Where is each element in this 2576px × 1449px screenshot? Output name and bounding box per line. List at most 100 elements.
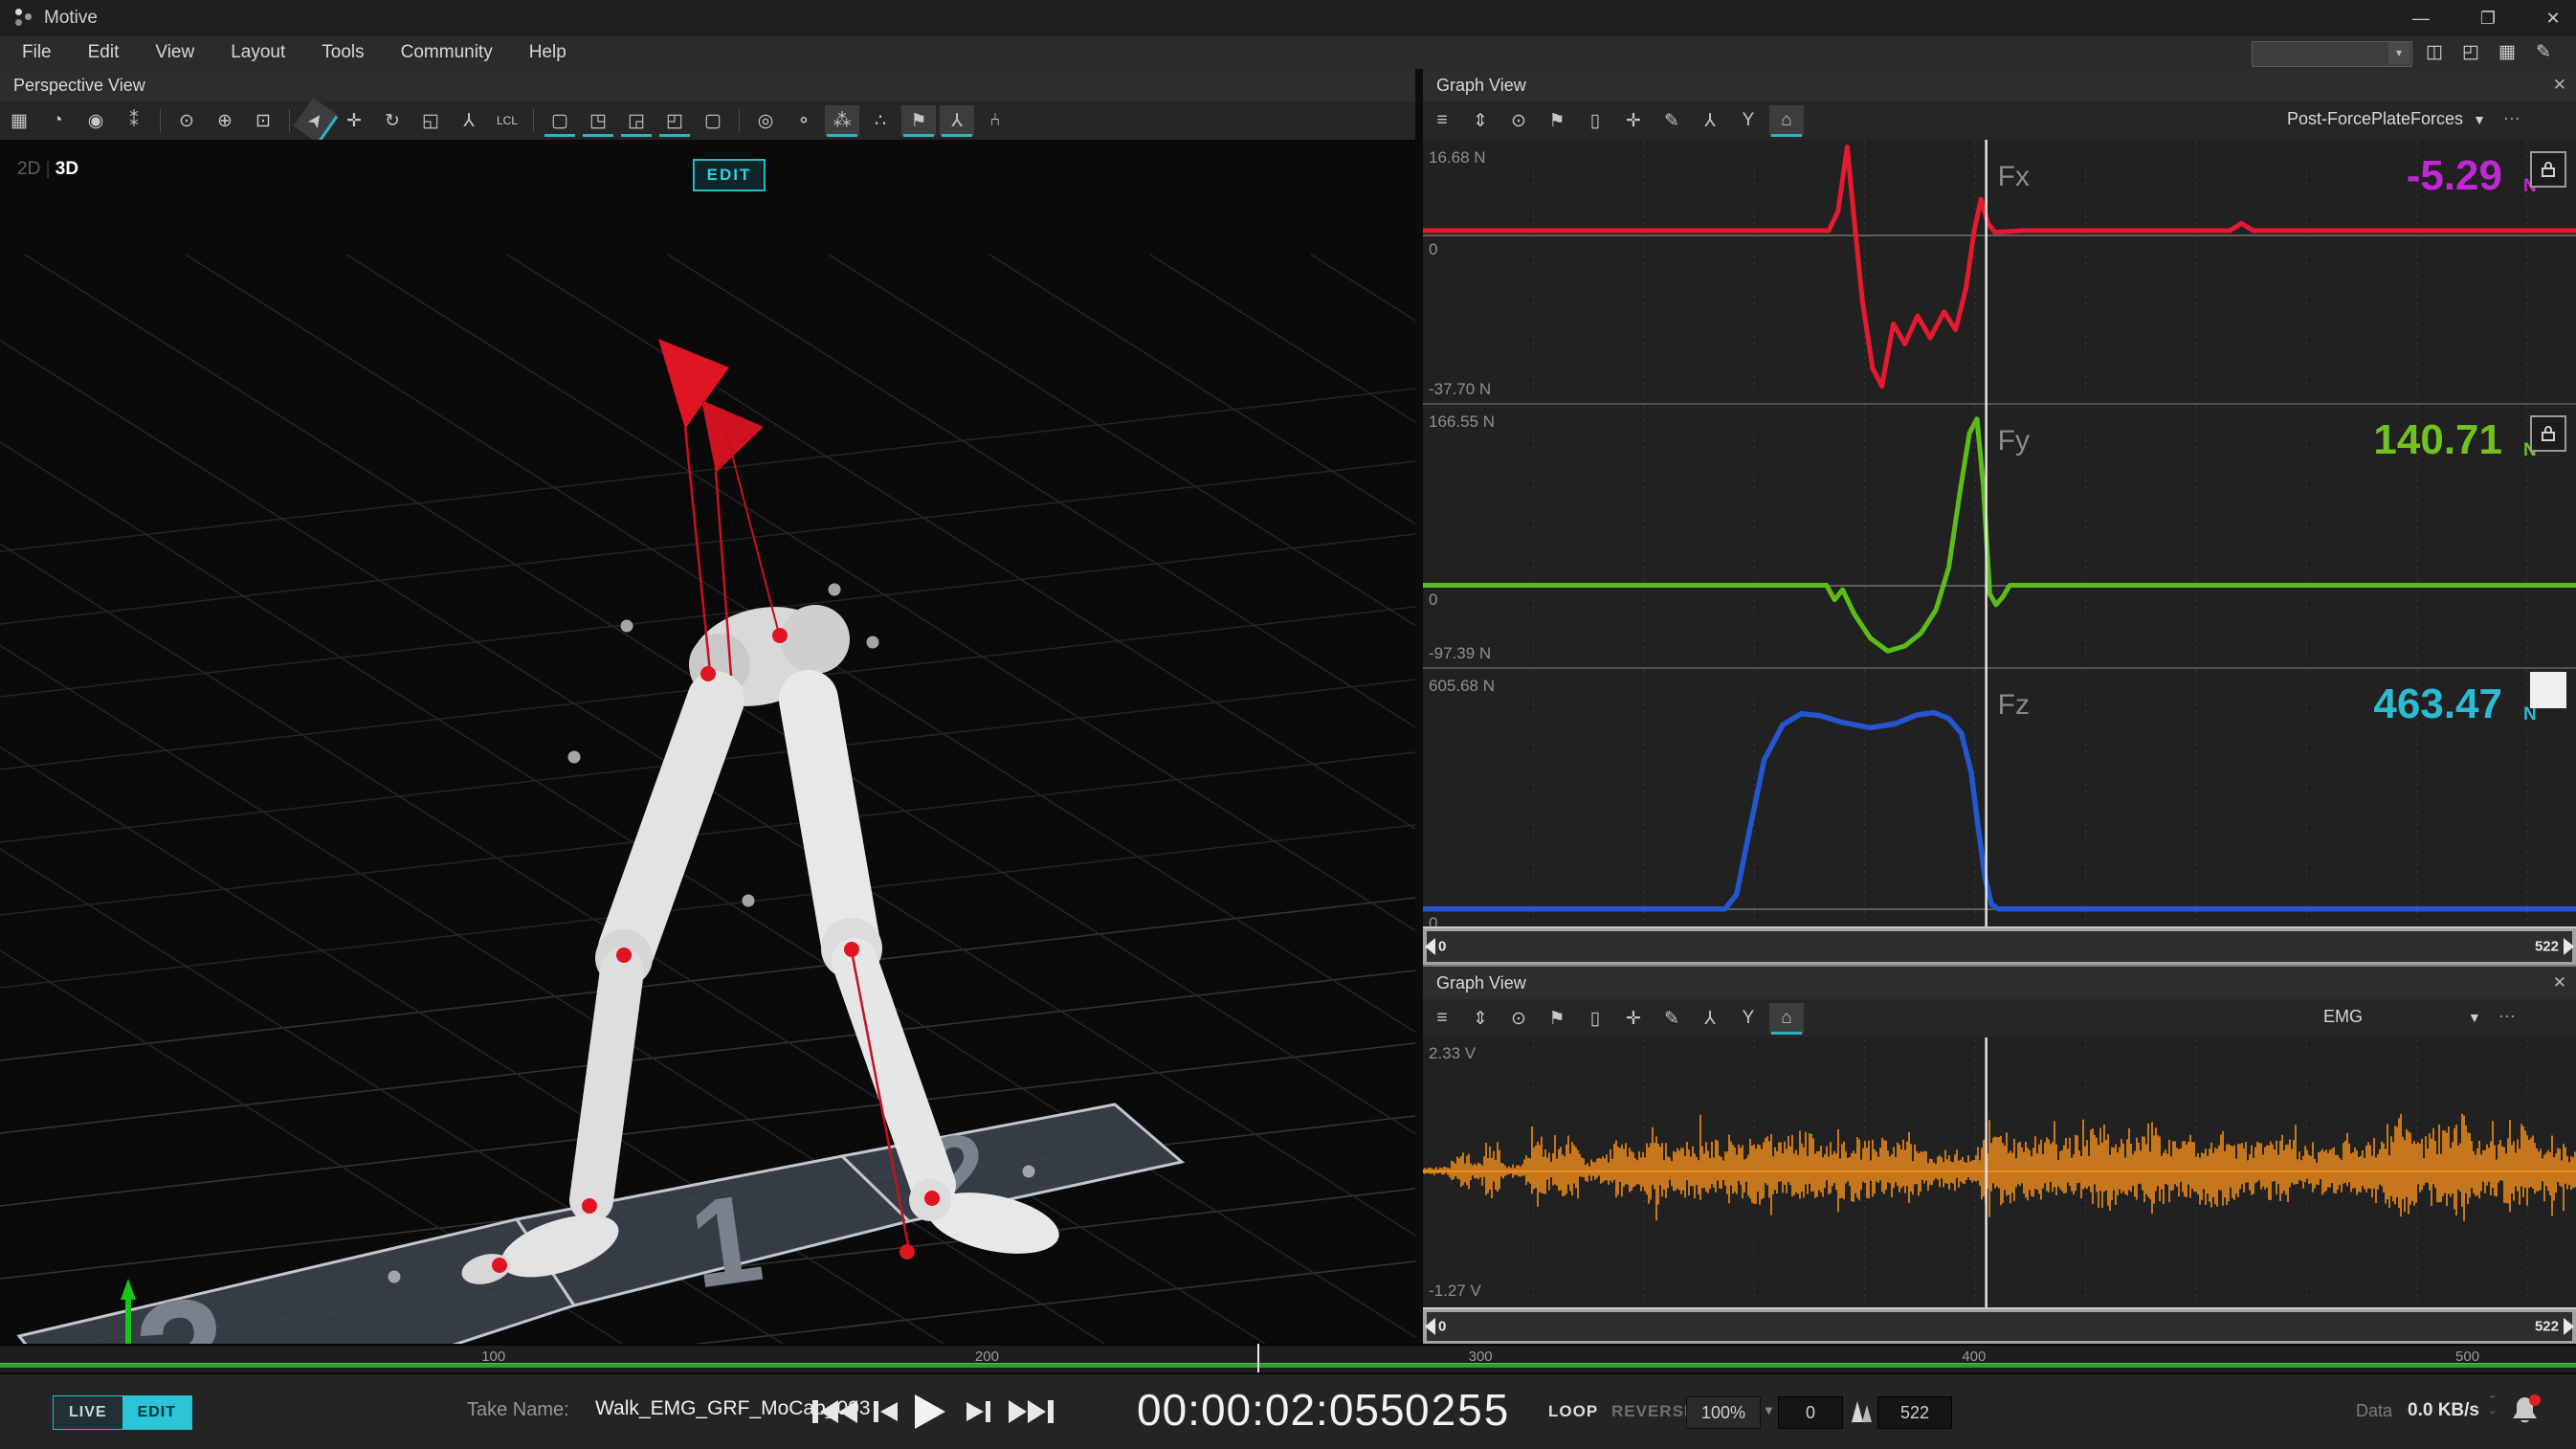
playback-range-end-input[interactable]: 522 [1877,1396,1952,1429]
pin-icon[interactable]: ⚑ [1540,1003,1574,1034]
close-icon[interactable]: ✕ [2553,69,2566,101]
panel-splitter[interactable] [1415,69,1423,1344]
menu-tools[interactable]: Tools [303,36,382,68]
next-frame-button[interactable] [963,1398,995,1425]
close-icon[interactable]: ✕ [2553,967,2566,999]
graph1-scrollbar[interactable]: 0 522 [1423,926,2576,967]
scrollbar-thumb[interactable]: 0 522 [1427,1312,2572,1341]
skip-to-end-button[interactable] [1007,1395,1056,1428]
lcl-toggle[interactable]: LCL [490,105,524,136]
capture-layout-icon[interactable]: ◰ [2454,39,2487,66]
scroll-right-icon[interactable] [2564,938,2574,955]
minimize-button[interactable]: — [2400,4,2442,33]
skeleton-overlay-icon[interactable]: ⅄ [940,105,974,136]
spinner-arrows-icon[interactable]: ⌃⌄ [2488,1395,2497,1416]
live-button[interactable]: LIVE [54,1396,122,1429]
close-button[interactable]: ✕ [2532,4,2574,33]
zoom-region-icon[interactable]: ⊕ [208,105,242,136]
notification-bell-icon[interactable] [2509,1393,2542,1433]
lock-graph-icon[interactable]: ⌂ [1769,105,1804,136]
select-rigid-bodies-icon[interactable]: ◲ [619,105,654,136]
merge-icon[interactable]: Y [1731,105,1765,136]
split-icon[interactable]: ⅄ [1693,105,1727,136]
camera-icon[interactable]: ◉ [78,105,113,136]
play-button[interactable] [909,1392,949,1432]
zoom-graph-icon[interactable]: ⊙ [1501,1003,1536,1034]
menu-help[interactable]: Help [511,36,585,68]
grid-view-icon[interactable]: ▦ [2,105,36,136]
force-plot-area[interactable]: 16.68 N0-37.70 NFx-5.29N166.55 N0-97.39 … [1423,140,2576,926]
timeline-ruler[interactable]: 100200300400500 [0,1344,2576,1374]
zoom-fit-icon[interactable]: ⊡ [246,105,280,136]
playback-range-start-input[interactable]: 0 [1778,1396,1843,1429]
scale-icon[interactable]: ◱ [413,105,448,136]
edit-button[interactable]: EDIT [122,1396,191,1429]
menu-edit[interactable]: Edit [70,36,138,68]
delete-keys-icon[interactable]: ▯ [1578,1003,1612,1034]
skip-to-start-button[interactable] [810,1395,859,1428]
more-options-icon[interactable]: ⋯ [2503,109,2522,128]
viewport-layout-icon[interactable]: ◫ [2418,39,2451,66]
scroll-right-icon[interactable] [2564,1318,2574,1335]
select-markers-icon[interactable]: ▢ [543,105,577,136]
view-mode-toggle[interactable]: 2D | 3D [17,159,78,180]
zoom-icon[interactable]: ⊙ [169,105,204,136]
menu-view[interactable]: View [137,36,212,68]
pin-icon[interactable]: ⚑ [1540,105,1574,136]
rotate-icon[interactable]: ↻ [375,105,410,136]
fit-vertical-icon[interactable]: ⇕ [1463,1003,1498,1034]
select-other-icon[interactable]: ▢ [696,105,730,136]
graph1-channel-selector[interactable]: Post-ForcePlateForces▼⋯ [2287,109,2522,129]
select-skeletons-icon[interactable]: ◰ [657,105,692,136]
lock-graph-icon[interactable]: ⌂ [1769,1003,1804,1034]
fz-lock-icon[interactable] [2530,672,2566,708]
graph-settings-icon[interactable]: ≡ [1425,105,1459,136]
zoom-graph-icon[interactable]: ⊙ [1501,105,1536,136]
edit-layout-icon[interactable]: ✎ [2527,39,2560,66]
split-icon[interactable]: ⅄ [1693,1003,1727,1034]
mode-2d-button[interactable]: 2D [17,159,40,179]
reverse-button[interactable]: REVERSE [1611,1402,1696,1421]
delete-keys-icon[interactable]: ▯ [1578,105,1612,136]
fit-vertical-icon[interactable]: ⇕ [1463,105,1498,136]
merge-icon[interactable]: Y [1731,1003,1765,1034]
visibility-icon[interactable]: ◎ [748,105,783,136]
panels-layout-icon[interactable]: ▦ [2491,39,2523,66]
playback-speed-select[interactable]: 100% [1686,1396,1761,1429]
translate-icon[interactable]: ✛ [337,105,371,136]
live-edit-toggle[interactable]: LIVE EDIT [53,1395,192,1430]
menu-layout[interactable]: Layout [212,36,303,68]
graph2-scrollbar[interactable]: 0 522 [1423,1307,2576,1346]
maximize-button[interactable]: ❐ [2467,4,2509,33]
scroll-left-icon[interactable] [1425,938,1435,955]
move-keys-icon[interactable]: ✛ [1616,105,1651,136]
fy-lock-icon[interactable] [2530,415,2566,452]
rigid-body-overlay-icon[interactable]: ⚑ [901,105,936,136]
skeleton-icon[interactable]: ⅄ [452,105,486,136]
graph2-channel-selector[interactable]: EMG▼⋯ [2323,1007,2518,1027]
emg-plot-area[interactable]: 2.33 V-1.27 V [1423,1037,2576,1307]
move-keys-icon[interactable]: ✛ [1616,1003,1651,1034]
fx-lock-icon[interactable] [2530,151,2566,188]
loop-button[interactable]: LOOP [1548,1402,1598,1421]
edit-keys-icon[interactable]: ✎ [1654,1003,1689,1034]
marker-groups-icon[interactable]: ∴ [863,105,898,136]
graph-settings-icon[interactable]: ≡ [1425,1003,1459,1034]
perspective-icon[interactable]: ◔ [40,105,75,136]
select-marker-sets-icon[interactable]: ◳ [581,105,615,136]
mode-3d-button[interactable]: 3D [56,159,78,179]
scroll-left-icon[interactable] [1425,1318,1435,1335]
avatar-overlay-icon[interactable]: ⑃ [978,105,1012,136]
more-options-icon[interactable]: ⋯ [2498,1007,2518,1026]
previous-frame-button[interactable] [869,1398,901,1425]
3d-viewport[interactable]: 312 [0,140,1415,1344]
marker-rays-icon[interactable]: ⁑ [117,105,151,136]
layout-select[interactable]: ▾ [2252,41,2412,67]
scrollbar-thumb[interactable]: 0 522 [1427,931,2572,962]
selector-label[interactable]: EMG [2323,1007,2363,1026]
marker-labels-icon[interactable]: ⚬ [787,105,821,136]
selector-label[interactable]: Post-ForcePlateForces [2287,109,2463,128]
menu-file[interactable]: File [4,36,70,68]
marker-sticks-icon[interactable]: ⁂ [825,105,859,136]
edit-keys-icon[interactable]: ✎ [1654,105,1689,136]
